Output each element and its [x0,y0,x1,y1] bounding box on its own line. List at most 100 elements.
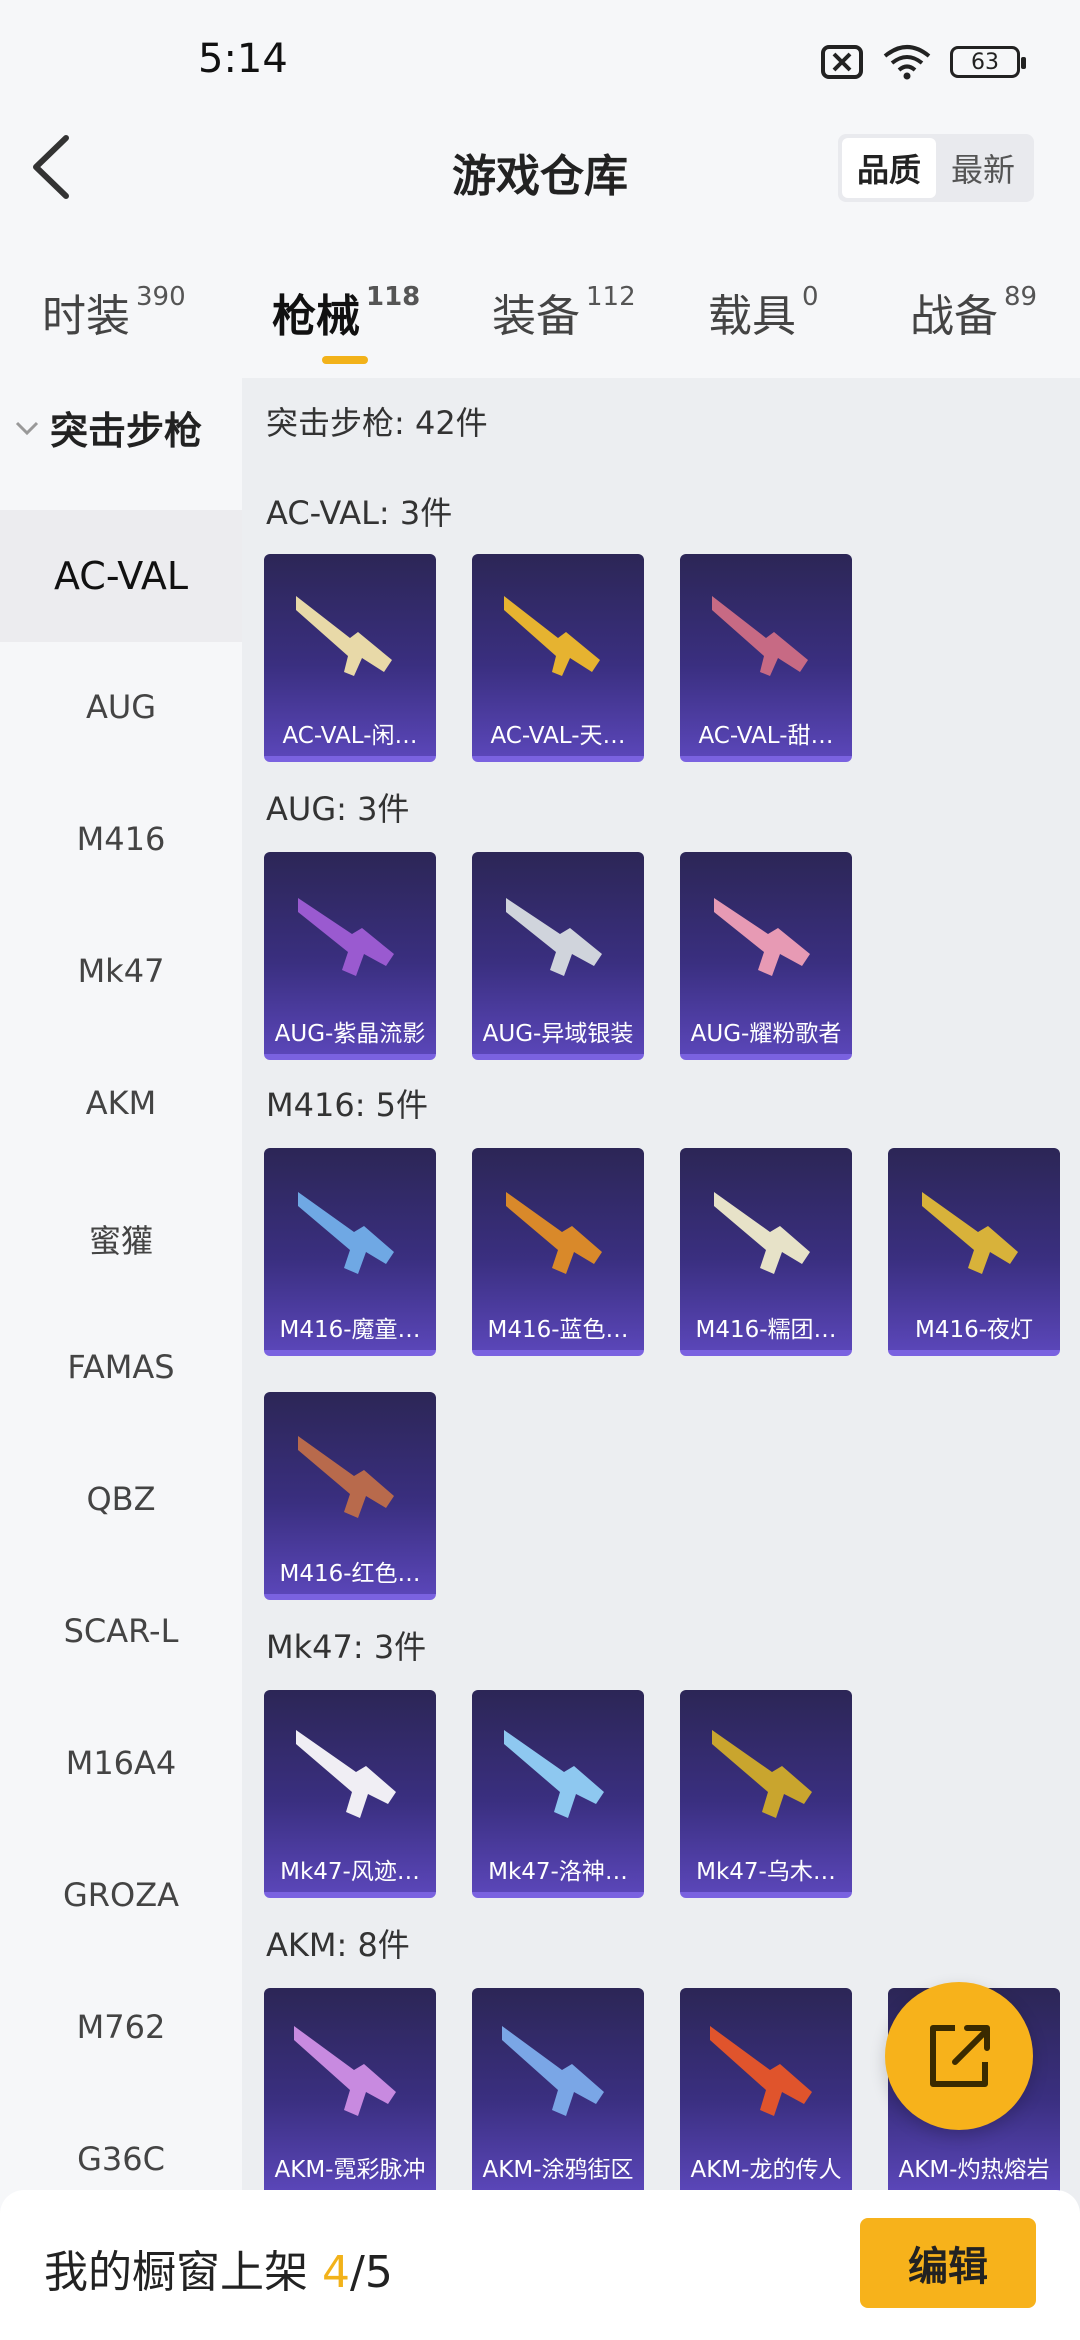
sidebar-item-mk47[interactable]: Mk47 [0,952,242,990]
skin-card[interactable]: M416-糯团… [680,1148,852,1356]
skin-card[interactable]: M416-魔童… [264,1148,436,1356]
skin-name: AUG-异域银装 [482,1021,634,1047]
battery-level: 63 [971,49,999,75]
showcase-label: 我的橱窗上架 [44,2247,322,2298]
status-bar: 5:14 63 [0,0,1080,120]
rifle-icon [298,898,394,976]
skin-card[interactable]: AKM-霓彩脉冲 [264,1988,436,2196]
group-title: Mk47: 3件 [266,1628,427,1666]
sidebar-item-m16a4[interactable]: M16A4 [0,1744,242,1782]
tab-label: 战备 [910,291,998,342]
skin-card[interactable]: AUG-异域银装 [472,852,644,1060]
skin-card[interactable]: AUG-耀粉歌者 [680,852,852,1060]
skin-card[interactable]: M416-蓝色… [472,1148,644,1356]
share-icon [930,2025,990,2087]
sort-newest-button[interactable]: 最新 [936,138,1030,198]
rifle-icon [294,2026,396,2116]
sidebar-item-honey-badger[interactable]: 蜜獾 [0,1216,242,1262]
skin-card[interactable]: AKM-龙的传人 [680,1988,852,2196]
sidebar-item-m416[interactable]: M416 [0,820,242,858]
showcase-status: 我的橱窗上架 4/5 [44,2236,393,2300]
sidebar-item-groza[interactable]: GROZA [0,1876,242,1914]
tab-supplies[interactable]: 战备 89 [910,280,1037,344]
skin-card[interactable]: M416-红色… [264,1392,436,1600]
total-count: 突击步枪: 42件 [266,404,488,442]
tab-count: 112 [586,282,636,312]
skin-card[interactable]: AC-VAL-甜… [680,554,852,762]
tab-label: 枪械 [272,291,360,342]
tab-equipment[interactable]: 装备 112 [492,280,636,344]
status-icons: 63 [820,44,1026,80]
sidebar-item-qbz[interactable]: QBZ [0,1480,242,1518]
rifle-icon [710,2026,812,2116]
skin-name: AKM-灼热熔岩 [898,2157,1050,2183]
skin-name: AC-VAL-天… [490,723,626,749]
rifle-icon [506,1192,602,1274]
skin-name: AKM-龙的传人 [690,2157,842,2183]
no-sim-icon [821,45,863,79]
tab-count: 118 [366,282,421,312]
sidebar-item-m762[interactable]: M762 [0,2008,242,2046]
skin-card[interactable]: Mk47-洛神… [472,1690,644,1898]
tab-label: 装备 [492,291,580,342]
sidebar-item-acval[interactable]: AC-VAL [0,510,242,642]
sort-toggle: 品质 最新 [838,134,1034,202]
skin-name: AC-VAL-闲… [282,723,418,749]
sidebar-item-akm[interactable]: AKM [0,1084,242,1122]
status-time: 5:14 [198,36,288,82]
sidebar-item-g36c[interactable]: G36C [0,2140,242,2178]
rifle-icon [714,898,810,976]
skin-card[interactable]: Mk47-乌木… [680,1690,852,1898]
skin-card[interactable]: Mk47-风迹… [264,1690,436,1898]
group-title: AUG: 3件 [266,790,410,828]
skin-name: Mk47-洛神… [488,1859,628,1885]
skin-name: AKM-霓彩脉冲 [274,2157,426,2183]
weapon-sidebar: 突击步枪 AC-VAL AUG M416 Mk47 AKM 蜜獾 FAMAS Q… [0,378,242,2228]
skin-name: Mk47-乌木… [696,1859,836,1885]
rifle-icon [712,1730,812,1818]
skin-name: Mk47-风迹… [280,1859,420,1885]
tab-guns[interactable]: 枪械 118 [272,280,421,364]
group-title: AKM: 8件 [266,1926,410,1964]
rifle-icon [504,1730,604,1818]
rifle-icon [296,596,392,676]
showcase-current: 4 [322,2247,350,2298]
skin-name: AUG-紫晶流影 [274,1021,426,1047]
skin-card[interactable]: AUG-紫晶流影 [264,852,436,1060]
skin-name: AKM-涂鸦街区 [482,2157,634,2183]
share-fab-button[interactable] [885,1982,1033,2130]
group-title: M416: 5件 [266,1086,429,1124]
rifle-icon [502,2026,604,2116]
rifle-icon [922,1192,1018,1274]
weapon-grid: 突击步枪: 42件 AC-VAL: 3件 AC-VAL-闲… AC-VAL-天…… [242,378,1080,2228]
tab-count: 390 [136,282,186,312]
showcase-bar: 我的橱窗上架 4/5 编辑 [0,2190,1080,2340]
skin-name: M416-糯团… [695,1317,837,1343]
skin-name: M416-蓝色… [487,1317,629,1343]
tab-label: 时装 [42,291,130,342]
sidebar-item-aug[interactable]: AUG [0,688,242,726]
skin-card[interactable]: AC-VAL-闲… [264,554,436,762]
tab-label: 载具 [708,291,796,342]
skin-card[interactable]: AC-VAL-天… [472,554,644,762]
category-label: 突击步枪 [50,409,203,453]
skin-name: M416-红色… [279,1561,421,1587]
skin-card[interactable]: M416-夜灯 [888,1148,1060,1356]
rifle-icon [712,596,808,676]
rifle-icon [714,1192,810,1274]
tab-fashion[interactable]: 时装 390 [42,280,186,344]
rifle-icon [298,1436,394,1518]
skin-card[interactable]: AKM-涂鸦街区 [472,1988,644,2196]
skin-name: M416-魔童… [279,1317,421,1343]
wifi-icon [883,45,931,80]
sidebar-item-famas[interactable]: FAMAS [0,1348,242,1386]
chevron-down-icon [15,421,39,435]
edit-button[interactable]: 编辑 [860,2218,1036,2308]
group-title: AC-VAL: 3件 [266,494,453,532]
battery-indicator: 63 [950,46,1026,78]
tab-vehicles[interactable]: 载具 0 [708,280,819,344]
showcase-total: /5 [350,2247,393,2298]
sort-quality-button[interactable]: 品质 [842,138,936,198]
category-header[interactable]: 突击步枪 [14,400,202,455]
sidebar-item-scarl[interactable]: SCAR-L [0,1612,242,1650]
